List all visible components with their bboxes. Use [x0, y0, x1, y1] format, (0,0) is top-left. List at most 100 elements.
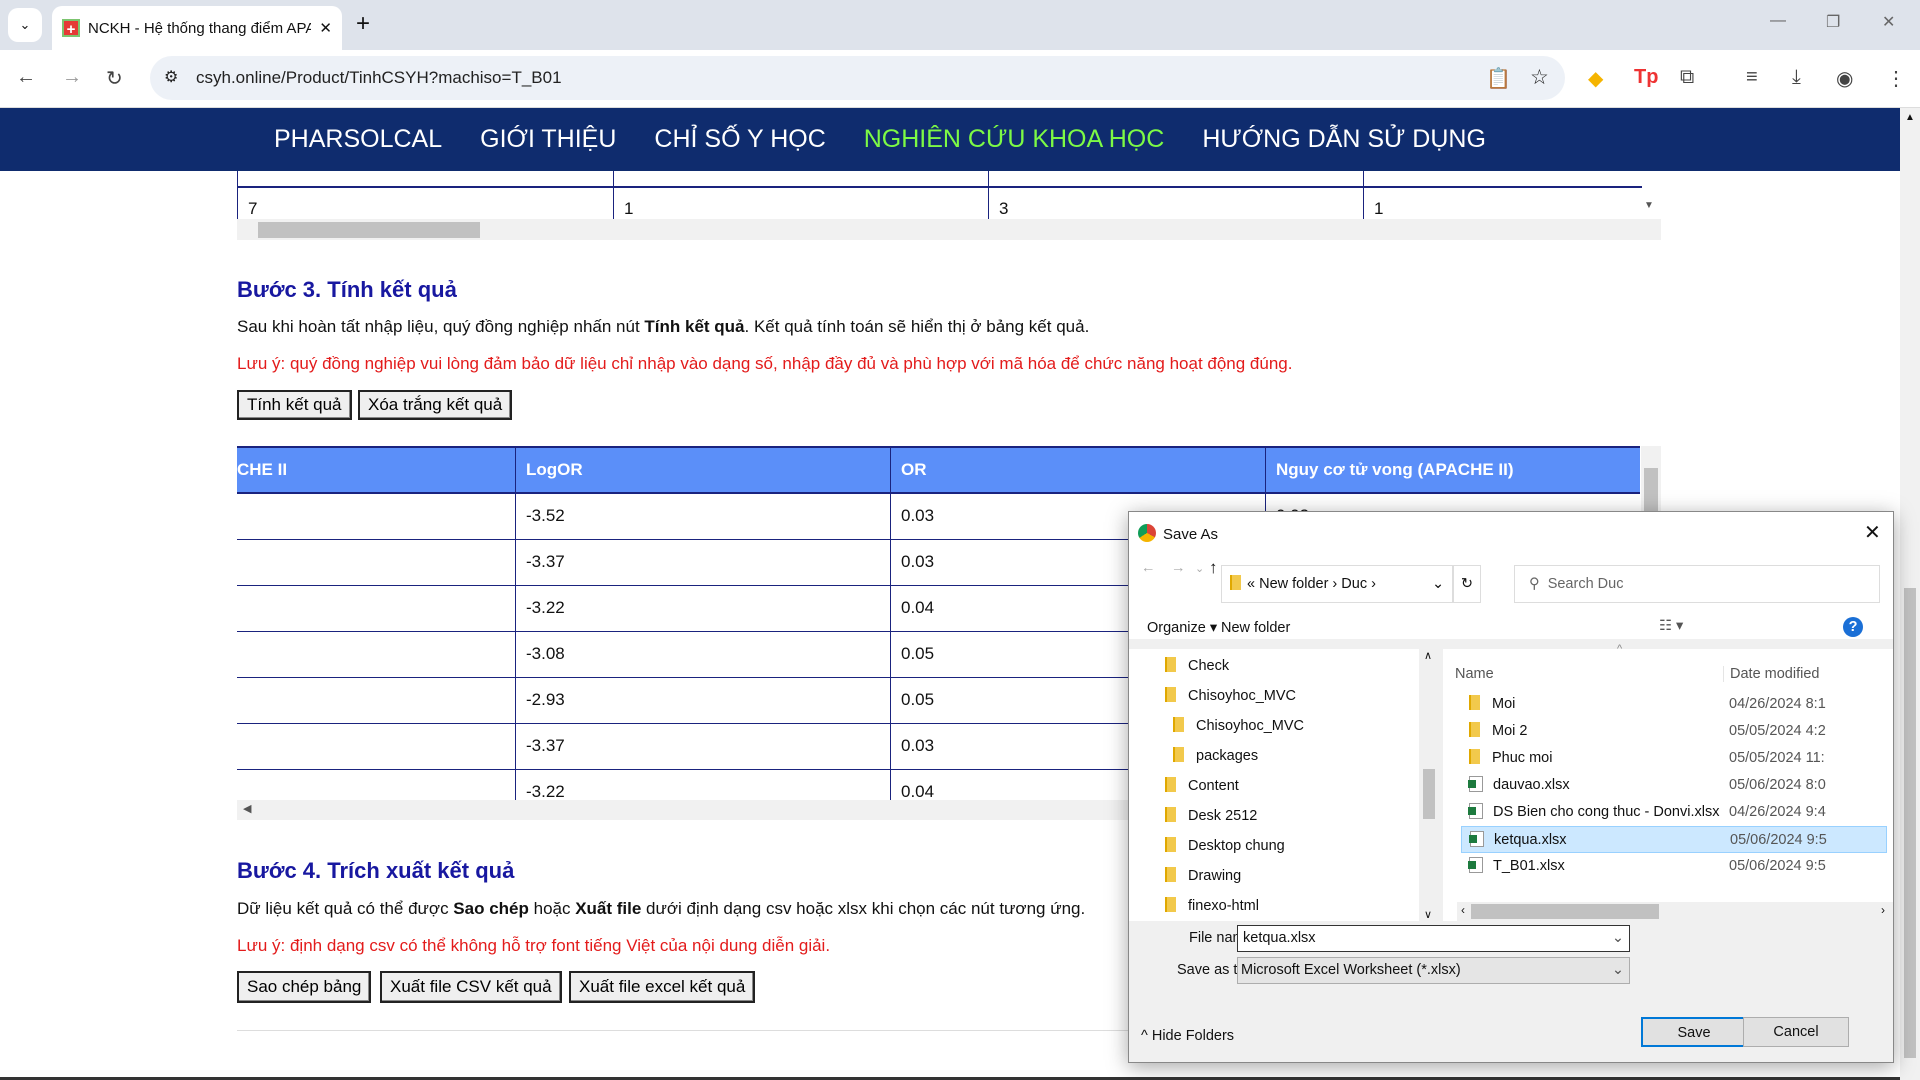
file-date: 05/05/2024 4:2 [1729, 723, 1826, 739]
scroll-thumb[interactable] [258, 222, 480, 238]
folder-tree-item[interactable]: packages [1129, 741, 1258, 771]
restore-button[interactable]: ❐ [1826, 12, 1840, 32]
folder-icon [1165, 837, 1176, 852]
nav-pharsolcal[interactable]: PHARSOLCAL [274, 125, 442, 154]
file-date: 05/06/2024 9:5 [1729, 858, 1826, 874]
site-info-icon[interactable]: ⚙ [164, 67, 178, 87]
reload-icon[interactable]: ↻ [106, 66, 123, 91]
recent-dropdown-icon[interactable]: ⌄ [1195, 562, 1204, 575]
browser-tab[interactable]: + NCKH - Hệ thống thang điểm APACHE II ✕ [52, 6, 342, 50]
refresh-button[interactable]: ↻ [1453, 565, 1481, 603]
address-bar[interactable]: ⚙ csyh.online/Product/TinhCSYH?machiso=T… [150, 56, 1565, 100]
minimize-button[interactable]: — [1770, 12, 1786, 30]
export-excel-button[interactable]: Xuất file excel kết quả [569, 971, 756, 1003]
new-folder-button[interactable]: New folder [1221, 620, 1290, 636]
file-name: dauvao.xlsx [1493, 777, 1570, 793]
file-list-item[interactable]: ketqua.xlsx 05/06/2024 9:5 [1461, 826, 1887, 853]
menu-icon[interactable]: ⋮ [1886, 66, 1906, 91]
new-tab-button[interactable]: + [356, 10, 370, 38]
file-list-item[interactable]: T_B01.xlsx 05/06/2024 9:5 [1461, 853, 1887, 880]
col-name-header[interactable]: Name [1455, 666, 1494, 682]
excel-file-icon [1468, 857, 1483, 873]
tp-extension-icon[interactable]: Tp [1634, 66, 1658, 89]
folder-tree-item[interactable]: Drawing [1129, 861, 1241, 891]
forward-icon[interactable]: → [1171, 560, 1186, 576]
col-header: LogOR [515, 446, 891, 494]
file-name: DS Bien cho cong thuc - Donvi.xlsx [1493, 804, 1720, 820]
breadcrumb-dropdown-icon[interactable]: ⌄ [1432, 566, 1444, 602]
file-list-item[interactable]: dauvao.xlsx 05/06/2024 8:0 [1461, 772, 1887, 799]
nav-huong-dan[interactable]: HƯỚNG DẪN SỬ DỤNG [1202, 125, 1486, 154]
profile-avatar[interactable]: ◉ [1836, 66, 1853, 91]
save-button[interactable]: Save [1641, 1017, 1747, 1047]
bookmark-star-icon[interactable]: ☆ [1530, 65, 1549, 90]
back-icon[interactable]: ← [16, 66, 36, 89]
input-table-vscroll-down[interactable]: ▼ [1644, 200, 1654, 211]
input-cell: 1 [624, 199, 634, 218]
forward-icon[interactable]: → [62, 66, 82, 89]
nav-nghien-cuu[interactable]: NGHIÊN CỨU KHOA HỌC [864, 125, 1165, 154]
input-table-hscrollbar[interactable] [237, 219, 1661, 240]
folder-icon [1165, 687, 1176, 702]
file-list-hscrollbar[interactable]: ‹ › [1457, 902, 1893, 921]
file-list-item[interactable]: Moi 2 05/05/2024 4:2 [1461, 718, 1887, 745]
folder-tree-item[interactable]: Chisoyhoc_MVC [1129, 711, 1304, 741]
input-cell: 7 [248, 199, 258, 218]
file-date: 05/06/2024 9:5 [1730, 832, 1827, 848]
folder-tree-item[interactable]: finexo-html [1129, 891, 1259, 921]
view-options-icon[interactable]: ☷ ▾ [1659, 618, 1683, 634]
up-icon[interactable]: ↑ [1209, 558, 1218, 578]
copy-table-button[interactable]: Sao chép bảng [237, 971, 372, 1003]
cancel-button[interactable]: Cancel [1743, 1017, 1849, 1047]
export-csv-button[interactable]: Xuất file CSV kết quả [380, 971, 562, 1003]
folder-icon [1173, 747, 1184, 762]
help-icon[interactable]: ? [1843, 617, 1863, 637]
hide-folders-button[interactable]: ^ Hide Folders [1141, 1028, 1234, 1044]
clipboard-icon[interactable]: 📋 [1486, 66, 1511, 91]
folder-tree-scrollbar[interactable]: ∧ ∨ [1419, 649, 1437, 921]
breadcrumb[interactable]: « New folder › Duc › ⌄ [1221, 565, 1453, 603]
col-header: OR [890, 446, 1266, 494]
nav-gioi-thieu[interactable]: GIỚI THIỆU [480, 125, 616, 154]
file-name-input[interactable]: ketqua.xlsx ⌄ [1237, 925, 1630, 952]
input-table: 7 1 3 1 [237, 171, 1642, 219]
file-list-item[interactable]: DS Bien cho cong thuc - Donvi.xlsx 04/26/… [1461, 799, 1887, 826]
table-cell [237, 769, 516, 800]
nav-chi-so-y-hoc[interactable]: CHỈ SỐ Y HỌC [654, 125, 825, 154]
folder-tree-item[interactable]: Chisoyhoc_MVC [1129, 681, 1296, 711]
file-name: T_B01.xlsx [1493, 858, 1565, 874]
dialog-close-icon[interactable]: ✕ [1864, 520, 1881, 545]
search-box[interactable]: ⚲ Search Duc [1514, 565, 1880, 603]
download-icon[interactable]: ⤓ [1792, 66, 1801, 89]
close-tab-icon[interactable]: ✕ [319, 19, 332, 37]
table-cell [237, 631, 516, 678]
page-vscrollbar[interactable]: ▲ [1900, 108, 1920, 1080]
folder-tree-item[interactable]: Desktop chung [1129, 831, 1285, 861]
tab-search-button[interactable]: ⌄ [8, 8, 42, 42]
step4-heading: Bước 4. Trích xuất kết quả [237, 858, 515, 883]
col-date-header[interactable]: Date modified [1723, 666, 1819, 682]
organize-button[interactable]: Organize ▾ [1147, 620, 1217, 636]
file-date: 05/05/2024 11: [1729, 750, 1825, 766]
folder-tree-item[interactable]: Content [1129, 771, 1239, 801]
media-icon[interactable]: ≡ [1746, 66, 1758, 89]
folder-icon [1173, 717, 1184, 732]
file-list-item[interactable]: Phuc moi 05/05/2024 11: [1461, 745, 1887, 772]
extension-icon[interactable]: ◆ [1588, 66, 1603, 91]
folder-tree-item[interactable]: Desk 2512 [1129, 801, 1257, 831]
calculate-button[interactable]: Tính kết quả [237, 390, 352, 420]
folder-tree-item[interactable]: Check [1129, 651, 1229, 681]
breadcrumb-item[interactable]: Duc [1341, 576, 1367, 592]
breadcrumb-item[interactable]: New folder [1259, 576, 1328, 592]
tab-strip: ⌄ + NCKH - Hệ thống thang điểm APACHE II… [0, 0, 1920, 50]
file-list-item[interactable]: Moi 04/26/2024 8:1 [1461, 691, 1887, 718]
folder-icon [1165, 867, 1176, 882]
clear-results-button[interactable]: Xóa trắng kết quả [358, 390, 513, 420]
folder-icon [1165, 657, 1176, 672]
extensions-puzzle-icon[interactable]: ⧉ [1680, 66, 1694, 89]
sort-indicator-icon: ^ [1617, 643, 1623, 655]
close-window-button[interactable]: ✕ [1882, 12, 1895, 32]
back-icon[interactable]: ← [1141, 560, 1156, 576]
table-cell: -3.22 [515, 585, 891, 632]
save-as-type-select[interactable]: Microsoft Excel Worksheet (*.xlsx) ⌄ [1237, 957, 1630, 984]
